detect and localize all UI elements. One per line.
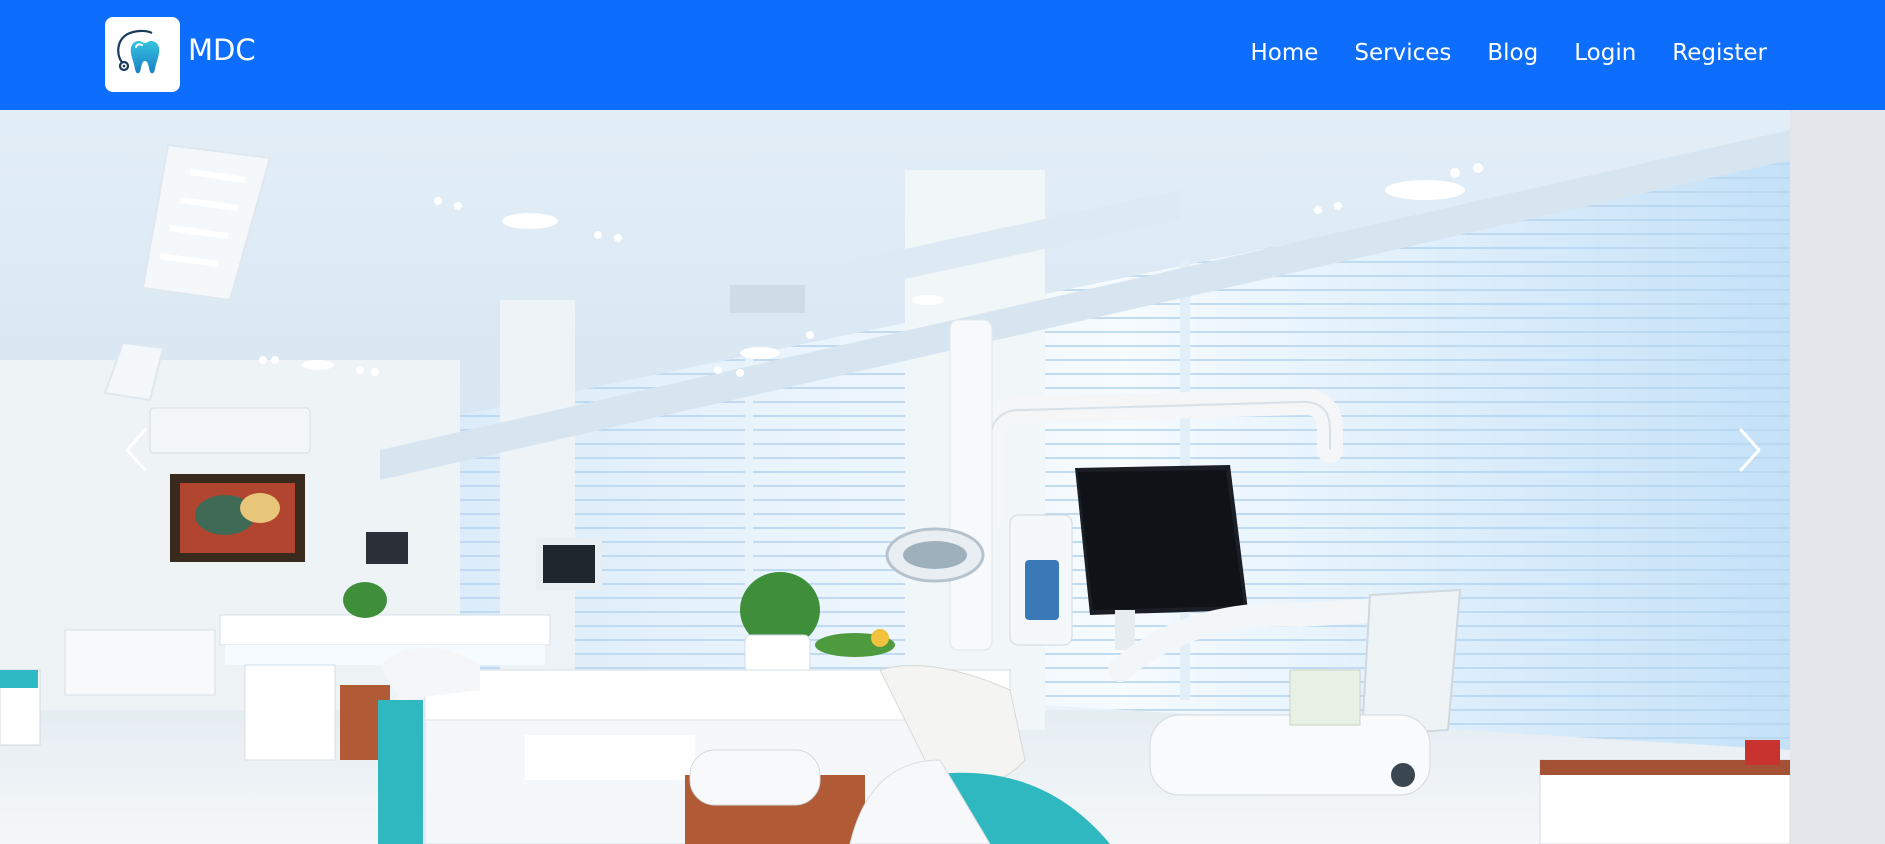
nav-blog[interactable]: Blog [1487, 40, 1538, 66]
navbar: MDC Home Services Blog Login Register [0, 0, 1885, 110]
brand-link[interactable]: MDC [105, 17, 256, 92]
chevron-right-icon [1739, 428, 1761, 472]
nav-services[interactable]: Services [1354, 40, 1451, 66]
tooth-stethoscope-icon [116, 29, 159, 73]
nav-register[interactable]: Register [1672, 40, 1767, 66]
brand-name: MDC [188, 32, 256, 67]
main-nav: Home Services Blog Login Register [1214, 40, 1767, 66]
hero-carousel [0, 110, 1885, 844]
nav-login[interactable]: Login [1574, 40, 1636, 66]
nav-home[interactable]: Home [1250, 40, 1318, 66]
logo [105, 17, 180, 92]
chevron-left-icon [125, 428, 147, 472]
carousel-prev-button[interactable] [106, 375, 166, 525]
dental-clinic-photo [0, 110, 1885, 844]
carousel-next-button[interactable] [1720, 375, 1780, 525]
